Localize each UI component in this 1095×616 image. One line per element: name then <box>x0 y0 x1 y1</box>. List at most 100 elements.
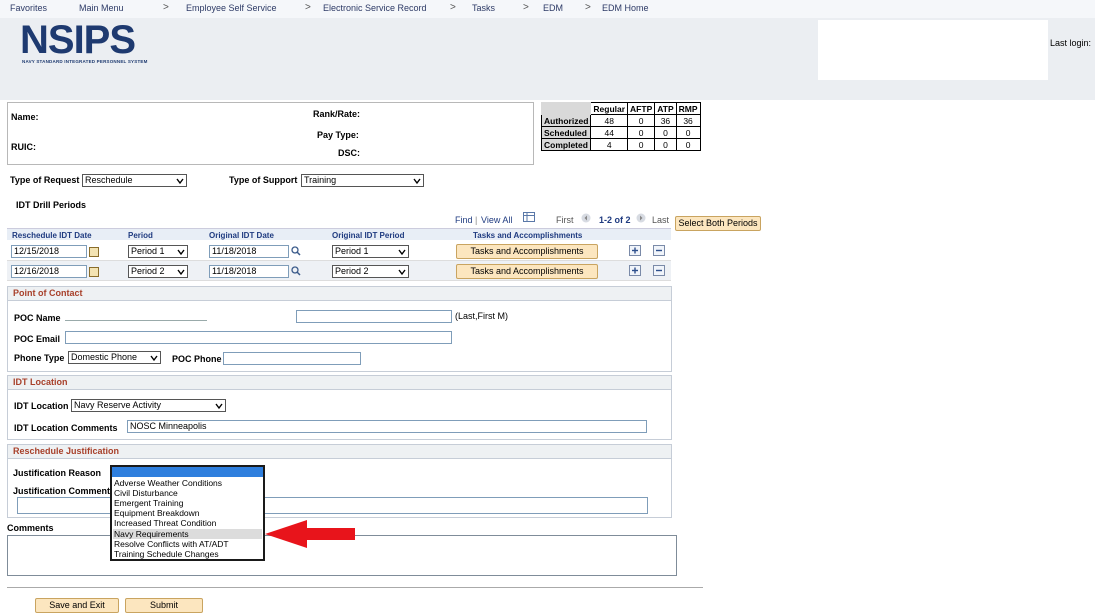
type-of-support-value: Training <box>304 175 337 185</box>
crumb-employee-self-service[interactable]: Employee Self Service <box>186 3 277 13</box>
search-icon[interactable] <box>291 246 301 256</box>
crumb-electronic-service-record[interactable]: Electronic Service Record <box>323 3 427 13</box>
breadcrumb-separator: > <box>305 2 311 13</box>
period-value: Period 2 <box>131 266 165 276</box>
grid-view-icon[interactable] <box>523 212 535 222</box>
listbox-option[interactable]: Emergent Training <box>113 498 262 508</box>
poc-name-underline <box>153 320 207 321</box>
delete-row-icon[interactable] <box>653 245 665 256</box>
justification-section-title: Reschedule Justification <box>8 445 671 459</box>
pipe-separator: | <box>475 215 478 225</box>
favorites-link[interactable]: Favorites <box>10 3 47 13</box>
save-and-exit-button[interactable]: Save and Exit <box>35 598 119 613</box>
last-login-text: Last login: <box>1050 38 1092 48</box>
comments-label: Comments <box>7 523 54 533</box>
pagination-range: 1-2 of 2 <box>599 215 631 225</box>
col-tasks: Tasks and Accomplishments <box>473 231 583 240</box>
prev-page-icon[interactable] <box>581 213 591 223</box>
listbox-option[interactable]: Training Schedule Changes <box>113 549 262 559</box>
original-period-value: Period 1 <box>335 246 369 256</box>
name-label: Name: <box>11 112 39 122</box>
stats-col-aftp: AFTP <box>627 102 656 115</box>
poc-name-input[interactable] <box>296 310 452 323</box>
find-link[interactable]: Find <box>455 215 473 225</box>
drill-periods-title: IDT Drill Periods <box>16 200 87 210</box>
idt-location-comments-label: IDT Location Comments <box>14 423 118 433</box>
search-icon[interactable] <box>291 266 301 276</box>
delete-row-icon[interactable] <box>653 265 665 276</box>
view-all-link[interactable]: View All <box>481 215 512 225</box>
stats-col-rmp: RMP <box>675 102 701 115</box>
stats-cell: 0 <box>627 126 656 139</box>
justification-reason-label: Justification Reason <box>13 468 102 478</box>
listbox-option[interactable]: Adverse Weather Conditions <box>113 478 262 488</box>
idt-location-comments-input[interactable]: NOSC Minneapolis <box>127 420 647 433</box>
original-date-input[interactable]: 11/18/2018 <box>209 265 289 278</box>
calendar-icon[interactable] <box>89 267 99 277</box>
type-of-request-select[interactable]: Reschedule <box>82 174 187 187</box>
listbox-blank-option-highlight[interactable] <box>112 467 263 477</box>
listbox-option[interactable]: Equipment Breakdown <box>113 508 262 518</box>
stats-cell: 36 <box>654 114 677 127</box>
listbox-option[interactable]: Resolve Conflicts with AT/ADT <box>113 539 262 549</box>
listbox-option[interactable]: Civil Disturbance <box>113 488 262 498</box>
nsips-logo: NSIPS <box>20 18 136 62</box>
phone-type-select[interactable]: Domestic Phone <box>68 351 161 364</box>
reschedule-date-input[interactable]: 12/16/2018 <box>11 265 87 278</box>
chevron-down-icon <box>398 249 406 256</box>
period-select[interactable]: Period 1 <box>128 245 188 258</box>
original-period-select[interactable]: Period 1 <box>332 245 409 258</box>
type-of-support-label: Type of Support <box>229 175 298 185</box>
crumb-tasks[interactable]: Tasks <box>472 3 495 13</box>
add-row-icon[interactable] <box>629 265 641 276</box>
stats-cell: 44 <box>590 126 629 139</box>
poc-email-label: POC Email <box>14 334 61 344</box>
stats-row-label: Authorized <box>540 114 592 127</box>
crumb-edm[interactable]: EDM <box>543 3 563 13</box>
chevron-down-icon <box>177 249 185 256</box>
breadcrumb-separator: > <box>585 2 591 13</box>
phone-type-value: Domestic Phone <box>71 352 138 362</box>
original-period-select[interactable]: Period 2 <box>332 265 409 278</box>
add-row-icon[interactable] <box>629 245 641 256</box>
idt-location-label: IDT Location <box>14 401 69 411</box>
stats-cell: 36 <box>675 114 701 127</box>
period-select[interactable]: Period 2 <box>128 265 188 278</box>
listbox-option[interactable]: Increased Threat Condition <box>113 518 262 528</box>
poc-section-title: Point of Contact <box>8 287 671 301</box>
calendar-icon[interactable] <box>89 247 99 257</box>
chevron-down-icon <box>177 269 185 276</box>
period-value: Period 1 <box>131 246 165 256</box>
stats-col-atp: ATP <box>654 102 677 115</box>
poc-phone-input[interactable] <box>223 352 361 365</box>
stats-cell: 0 <box>675 126 701 139</box>
rank-label: Rank/Rate: <box>313 109 361 119</box>
main-menu-link[interactable]: Main Menu <box>79 3 124 13</box>
poc-phone-label: POC Phone <box>172 354 222 364</box>
select-both-periods-button[interactable]: Select Both Periods <box>675 216 761 231</box>
poc-name-hint: (Last,First M) <box>455 311 508 321</box>
tasks-accomplishments-button[interactable]: Tasks and Accomplishments <box>456 264 598 279</box>
stats-cell: 48 <box>590 114 629 127</box>
breadcrumb-bar: Favorites Main Menu > Employee Self Serv… <box>0 0 1095 18</box>
type-of-request-label: Type of Request <box>10 175 80 185</box>
type-of-support-select[interactable]: Training <box>301 174 424 187</box>
original-date-input[interactable]: 11/18/2018 <box>209 245 289 258</box>
justification-reason-listbox[interactable]: Adverse Weather Conditions Civil Disturb… <box>110 465 265 561</box>
col-original-date: Original IDT Date <box>209 231 274 240</box>
stats-cell: 0 <box>675 138 701 151</box>
stats-cell: 0 <box>654 126 677 139</box>
footer-divider <box>7 587 703 588</box>
listbox-option-highlighted[interactable]: Navy Requirements <box>113 529 262 539</box>
last-label: Last <box>652 215 670 225</box>
phone-type-label: Phone Type <box>14 353 65 363</box>
idt-location-select[interactable]: Navy Reserve Activity <box>71 399 226 412</box>
tasks-accomplishments-button[interactable]: Tasks and Accomplishments <box>456 244 598 259</box>
next-page-icon[interactable] <box>636 213 646 223</box>
paytype-label: Pay Type: <box>317 130 359 140</box>
crumb-edm-home[interactable]: EDM Home <box>602 3 649 13</box>
reschedule-date-input[interactable]: 12/15/2018 <box>11 245 87 258</box>
submit-button[interactable]: Submit <box>125 598 203 613</box>
poc-email-input[interactable] <box>65 331 452 344</box>
original-period-value: Period 2 <box>335 266 369 276</box>
